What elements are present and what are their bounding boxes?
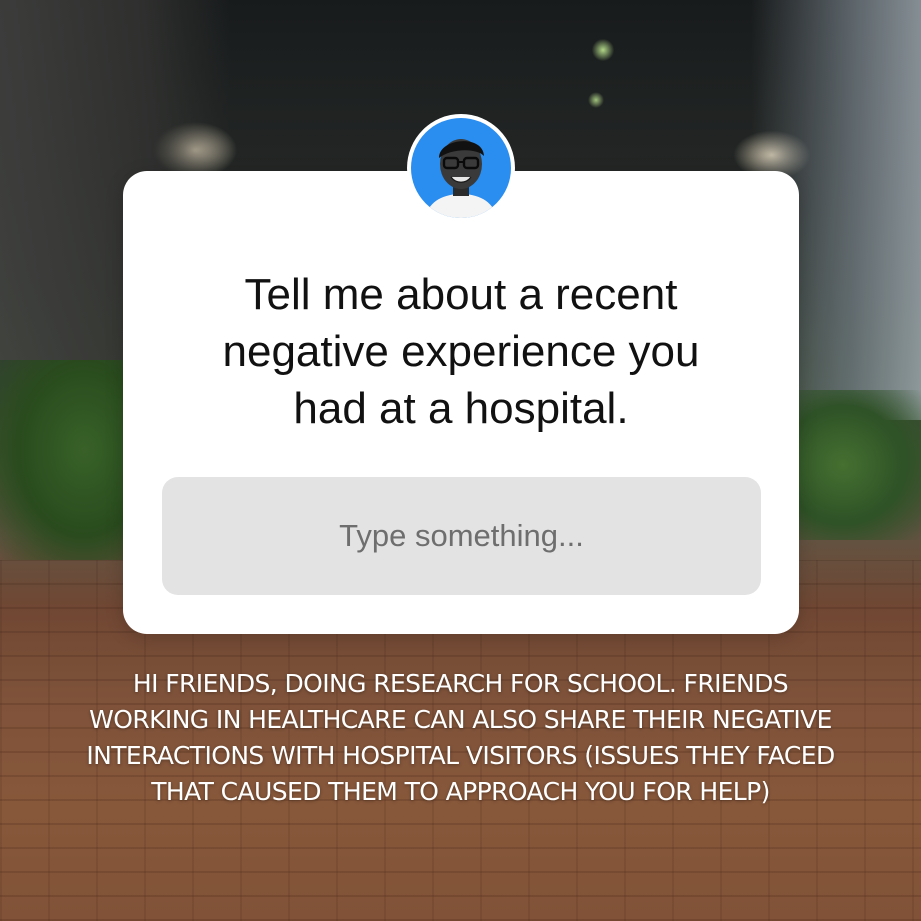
- avatar: [407, 114, 515, 222]
- answer-input[interactable]: [162, 477, 761, 595]
- profile-photo-icon: [411, 118, 511, 218]
- question-sticker[interactable]: Tell me about a recent negative experien…: [123, 171, 799, 634]
- question-text: Tell me about a recent negative experien…: [222, 270, 700, 433]
- story-screen: Tell me about a recent negative experien…: [0, 0, 921, 921]
- story-caption: HI FRIENDS, DOING RESEARCH FOR SCHOOL. F…: [86, 669, 835, 806]
